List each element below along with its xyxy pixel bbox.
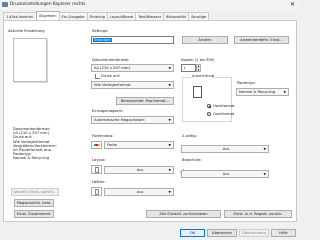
landscape-label: Querformat bbox=[213, 112, 235, 116]
printer-icon bbox=[2, 2, 8, 7]
portrait-radio[interactable] bbox=[207, 104, 211, 108]
chevron-down-icon: ▼ bbox=[168, 118, 171, 122]
color-mode-value: Farbe bbox=[107, 143, 118, 147]
landscape-radio[interactable] bbox=[207, 112, 211, 116]
page-preview bbox=[13, 38, 47, 82]
close-icon[interactable]: ✕ bbox=[290, 1, 295, 8]
paper-type-label: Papiertyp: bbox=[237, 81, 256, 85]
apply-button[interactable]: Übernehmen bbox=[239, 229, 269, 237]
reset-all-settings-button[interactable]: Alle Einstell. zurücksetzen bbox=[146, 210, 221, 218]
input-tray-select[interactable]: Automatische Magazinwahl ▼ bbox=[91, 116, 174, 124]
tab-general[interactable]: Allgemein bbox=[36, 11, 60, 20]
help-button[interactable]: Hilfe bbox=[271, 229, 296, 237]
booklet-value: Aus bbox=[222, 172, 230, 176]
custom-paper-format-button[interactable]: Benutzerdef. Pap.format... bbox=[116, 97, 174, 105]
document-size-value: A4 (210 x 297 mm) bbox=[94, 66, 130, 70]
tab-input-output[interactable]: Ein-/Ausgabe bbox=[58, 12, 88, 20]
duplex-select[interactable]: Aus ▼ bbox=[181, 145, 269, 153]
reset-tab-settings-button[interactable]: Einst. in d. Registr. zurück. bbox=[224, 210, 292, 218]
chevron-down-icon: ▼ bbox=[168, 143, 171, 147]
indent-arrow-icon bbox=[95, 74, 100, 79]
layout-select[interactable]: Aus ▼ bbox=[104, 166, 174, 174]
orientation-label: Ausrichtung bbox=[191, 74, 216, 78]
color-mode-select[interactable]: Farbe ▼ bbox=[104, 141, 174, 149]
layout-icon bbox=[91, 165, 102, 174]
chevron-down-icon: ▼ bbox=[168, 168, 171, 172]
color-mode-icon bbox=[91, 141, 102, 149]
layout-label: Layout: bbox=[92, 158, 106, 162]
tab-strip: 1-Klick-Voreinst. Allgemein Ein-/Ausgabe… bbox=[3, 11, 210, 20]
magazine-info-button[interactable]: Magazininfol. best. bbox=[14, 199, 54, 207]
title-bar: Druckeinstellungen Kopierer rechts ✕ bbox=[0, 0, 300, 10]
tab-image-quality[interactable]: Bildqualität bbox=[163, 12, 190, 20]
stapling-value: Aus bbox=[136, 190, 144, 194]
preview-heading: Aktuelle Einstellung bbox=[8, 29, 45, 33]
chevron-down-icon: ▼ bbox=[168, 83, 171, 87]
stapling-select[interactable]: Aus ▼ bbox=[104, 188, 174, 196]
chevron-down-icon: ▼ bbox=[168, 66, 171, 70]
stapling-label: Heften: bbox=[92, 180, 106, 184]
info-line: Normal & Recycling bbox=[13, 156, 50, 161]
save-current-settings-button[interactable]: Aktuelle Einst. speich... bbox=[11, 188, 59, 196]
document-size-select[interactable]: A4 (210 x 297 mm) ▼ bbox=[91, 64, 174, 72]
color-mode-label: Farbmodus: bbox=[92, 134, 114, 138]
preview-info: Dokumentenformat: A4 (210 x 297 mm) Druc… bbox=[13, 127, 57, 161]
stapling-icon bbox=[91, 187, 102, 196]
settings-name-field[interactable]: Standard bbox=[91, 36, 174, 44]
page-orientation-icon bbox=[193, 86, 202, 98]
input-tray-value: Automatische Magazinwahl bbox=[94, 118, 145, 122]
chevron-down-icon: ▼ bbox=[263, 172, 266, 176]
print-on-value: Wie Vorlagenformat bbox=[94, 83, 131, 87]
booklet-label: Broschüre: bbox=[182, 158, 202, 162]
settings-summary-button[interactable]: Einst. Zusammenf. bbox=[14, 210, 54, 218]
copies-input[interactable]: 1 bbox=[181, 64, 196, 72]
copies-stepper[interactable]: ▲ ▼ bbox=[196, 64, 201, 72]
tab-other[interactable]: Sonstige bbox=[188, 12, 210, 20]
ok-button[interactable]: OK bbox=[180, 229, 205, 237]
tab-layout[interactable]: Layout/Bearb bbox=[106, 12, 137, 20]
paper-type-select[interactable]: Normal & Recycling ▼ bbox=[236, 88, 289, 96]
user-defined-settings-button[interactable]: Anwenderdefin. Einst... bbox=[234, 36, 289, 44]
cancel-button[interactable]: Abbrechen bbox=[207, 229, 237, 237]
portrait-label: Hochformat bbox=[213, 104, 235, 108]
copies-label: Kopien (1 bis 999) bbox=[181, 58, 215, 62]
tab-1-click[interactable]: 1-Klick-Voreinst. bbox=[3, 12, 38, 20]
layout-value: Aus bbox=[136, 168, 144, 172]
tab-text-watermark[interactable]: Text/Wasserz bbox=[135, 12, 165, 20]
chevron-down-icon: ▼ bbox=[263, 147, 266, 151]
paper-type-value: Normal & Recycling bbox=[239, 90, 276, 94]
tab-finishing[interactable]: Finishing bbox=[86, 12, 108, 20]
duplex-label: 2-seitig: bbox=[182, 134, 197, 138]
print-on-select[interactable]: Wie Vorlagenformat ▼ bbox=[91, 81, 174, 89]
duplex-value: Aus bbox=[222, 147, 230, 151]
copies-value: 1 bbox=[183, 66, 186, 70]
print-on-label: Druck auf: bbox=[101, 74, 121, 78]
input-tray-label: Einzugsmagazin: bbox=[92, 109, 124, 113]
document-size-label: Dokumentenformat: bbox=[92, 58, 130, 62]
settings-value: Standard bbox=[93, 38, 112, 42]
chevron-down-icon: ▼ bbox=[168, 190, 171, 194]
change-button[interactable]: Ändern bbox=[182, 36, 228, 44]
chevron-down-icon: ▼ bbox=[283, 90, 286, 94]
settings-label: Settings: bbox=[92, 29, 109, 33]
booklet-select[interactable]: Aus ▼ bbox=[181, 170, 269, 178]
window-title: Druckeinstellungen Kopierer rechts bbox=[10, 2, 86, 7]
